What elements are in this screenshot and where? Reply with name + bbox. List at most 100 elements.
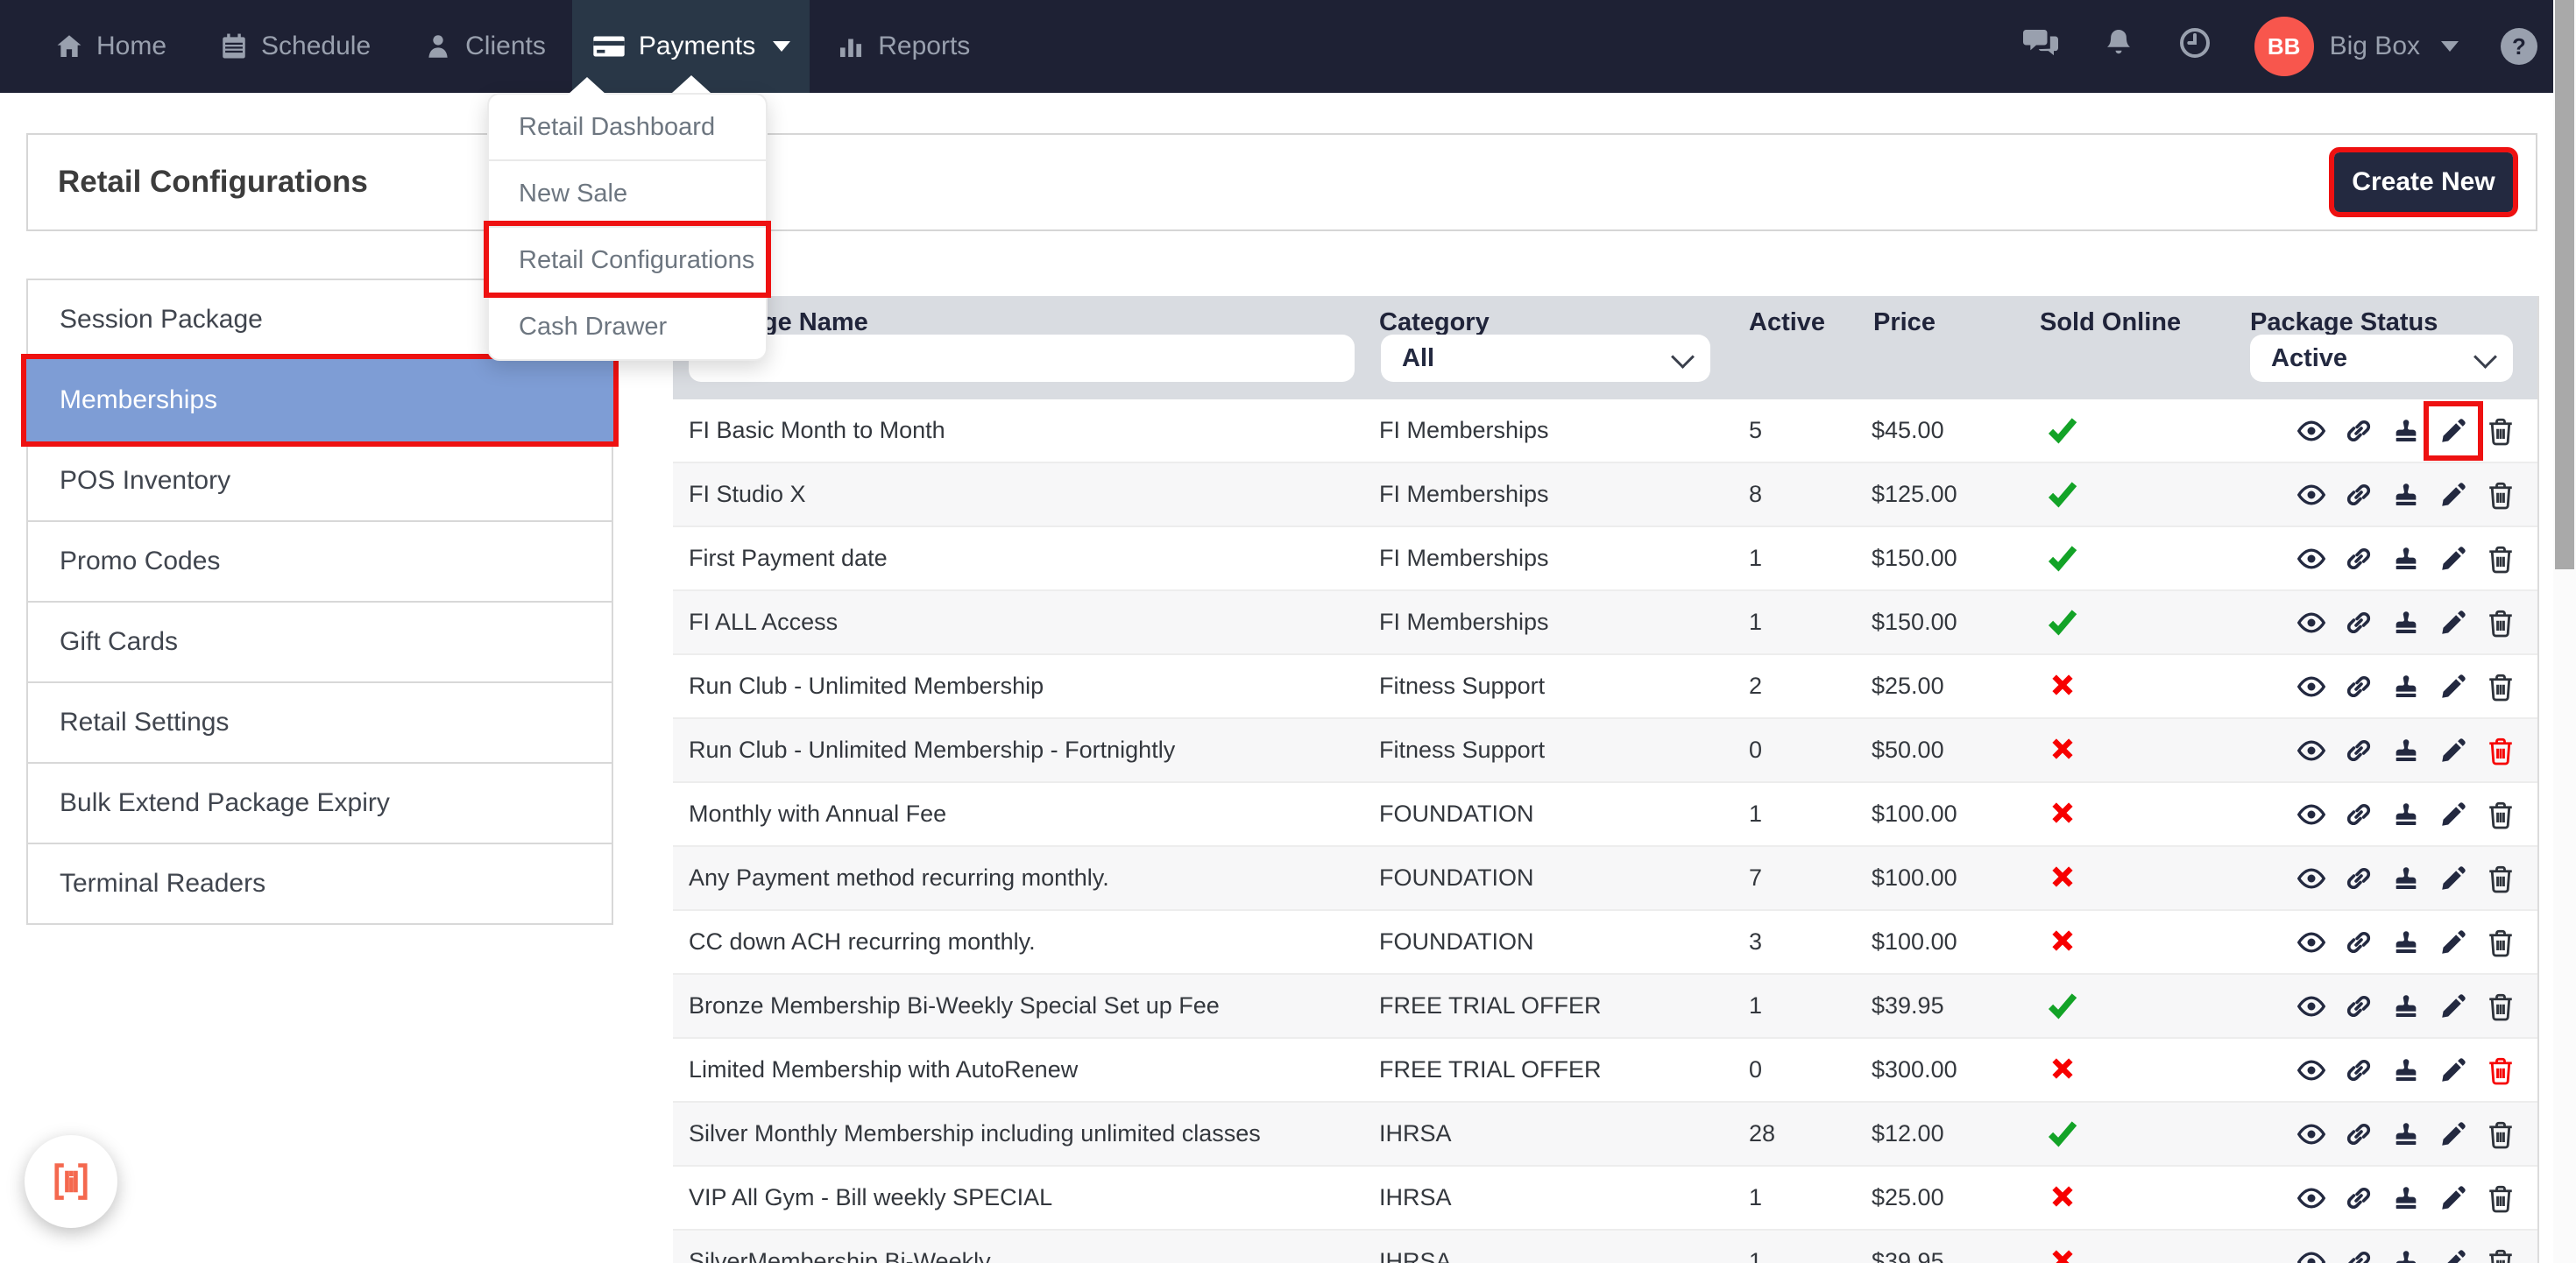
delete-button[interactable]: [2485, 1182, 2516, 1214]
package-name-filter-input[interactable]: [689, 335, 1355, 382]
sidebar-item[interactable]: POS Inventory: [26, 440, 613, 522]
nav-item-clients[interactable]: Clients: [397, 0, 572, 93]
stamp-button[interactable]: [2390, 543, 2422, 575]
help-icon[interactable]: ?: [2501, 28, 2537, 65]
view-button[interactable]: [2296, 735, 2327, 766]
sidebar-item[interactable]: Memberships: [26, 359, 613, 441]
edit-button[interactable]: [2438, 671, 2469, 702]
account-menu[interactable]: BB Big Box: [2254, 17, 2459, 76]
edit-button[interactable]: [2438, 607, 2469, 639]
stamp-button[interactable]: [2390, 799, 2422, 830]
delete-button[interactable]: [2485, 1118, 2516, 1150]
delete-button[interactable]: [2485, 1246, 2516, 1263]
avatar[interactable]: BB: [2254, 17, 2314, 76]
link-button[interactable]: [2343, 1055, 2374, 1086]
view-button[interactable]: [2296, 863, 2327, 894]
delete-button[interactable]: [2485, 415, 2516, 447]
delete-button[interactable]: [2485, 1055, 2516, 1086]
menu-item-new-sale[interactable]: New Sale: [489, 159, 766, 226]
sidebar-item[interactable]: Bulk Extend Package Expiry: [26, 762, 613, 844]
clock-icon[interactable]: [2177, 25, 2212, 67]
sidebar-item[interactable]: Retail Settings: [26, 681, 613, 764]
edit-button[interactable]: [2438, 1118, 2469, 1150]
link-button[interactable]: [2343, 927, 2374, 958]
create-new-button[interactable]: Create New: [2334, 152, 2513, 212]
view-button[interactable]: [2296, 927, 2327, 958]
sidebar-item[interactable]: Gift Cards: [26, 601, 613, 683]
stamp-button[interactable]: [2390, 1118, 2422, 1150]
sold-online-cell: [2040, 527, 2085, 589]
nav-item-schedule[interactable]: Schedule: [193, 0, 397, 93]
view-button[interactable]: [2296, 1055, 2327, 1086]
link-button[interactable]: [2343, 799, 2374, 830]
delete-button[interactable]: [2485, 735, 2516, 766]
view-button[interactable]: [2296, 1182, 2327, 1214]
stamp-button[interactable]: [2390, 607, 2422, 639]
scrollbar-thumb[interactable]: [2555, 0, 2574, 569]
stamp-button[interactable]: [2390, 1182, 2422, 1214]
view-button[interactable]: [2296, 671, 2327, 702]
menu-item-retail-configurations[interactable]: Retail Configurations: [489, 226, 766, 293]
view-button[interactable]: [2296, 479, 2327, 511]
edit-button[interactable]: [2438, 1182, 2469, 1214]
view-button[interactable]: [2296, 1118, 2327, 1150]
category-filter-select[interactable]: All: [1381, 335, 1710, 382]
edit-button[interactable]: [2438, 799, 2469, 830]
view-button[interactable]: [2296, 799, 2327, 830]
barcode-scan-button[interactable]: [25, 1135, 117, 1228]
edit-button[interactable]: [2438, 927, 2469, 958]
edit-button[interactable]: [2438, 991, 2469, 1022]
chat-icon[interactable]: [2021, 25, 2060, 67]
edit-button[interactable]: [2438, 1246, 2469, 1263]
package-name-cell: Bronze Membership Bi-Weekly Special Set …: [689, 975, 1220, 1036]
link-button[interactable]: [2343, 1246, 2374, 1263]
nav-item-payments[interactable]: Payments: [572, 0, 810, 93]
stamp-button[interactable]: [2390, 735, 2422, 766]
delete-button[interactable]: [2485, 927, 2516, 958]
stamp-button[interactable]: [2390, 415, 2422, 447]
package-status-filter-select[interactable]: Active: [2250, 335, 2513, 382]
stamp-button[interactable]: [2390, 671, 2422, 702]
stamp-button[interactable]: [2390, 927, 2422, 958]
edit-button[interactable]: [2438, 415, 2469, 447]
stamp-button[interactable]: [2390, 863, 2422, 894]
delete-button[interactable]: [2485, 863, 2516, 894]
link-button[interactable]: [2343, 1118, 2374, 1150]
edit-button[interactable]: [2438, 735, 2469, 766]
link-button[interactable]: [2343, 671, 2374, 702]
delete-button[interactable]: [2485, 671, 2516, 702]
view-button[interactable]: [2296, 543, 2327, 575]
stamp-button[interactable]: [2390, 1246, 2422, 1263]
nav-item-reports[interactable]: Reports: [810, 0, 996, 93]
menu-item-cash-drawer[interactable]: Cash Drawer: [489, 293, 766, 359]
edit-button[interactable]: [2438, 543, 2469, 575]
edit-button[interactable]: [2438, 863, 2469, 894]
link-button[interactable]: [2343, 543, 2374, 575]
delete-button[interactable]: [2485, 991, 2516, 1022]
view-button[interactable]: [2296, 415, 2327, 447]
view-button[interactable]: [2296, 607, 2327, 639]
link-button[interactable]: [2343, 479, 2374, 511]
link-button[interactable]: [2343, 607, 2374, 639]
link-button[interactable]: [2343, 991, 2374, 1022]
delete-button[interactable]: [2485, 607, 2516, 639]
sidebar-item[interactable]: Terminal Readers: [26, 843, 613, 925]
view-button[interactable]: [2296, 1246, 2327, 1263]
delete-button[interactable]: [2485, 479, 2516, 511]
nav-item-home[interactable]: Home: [28, 0, 193, 93]
edit-button[interactable]: [2438, 479, 2469, 511]
stamp-button[interactable]: [2390, 1055, 2422, 1086]
link-button[interactable]: [2343, 1182, 2374, 1214]
stamp-button[interactable]: [2390, 479, 2422, 511]
delete-button[interactable]: [2485, 799, 2516, 830]
bell-icon[interactable]: [2102, 25, 2135, 67]
link-button[interactable]: [2343, 735, 2374, 766]
link-button[interactable]: [2343, 415, 2374, 447]
menu-item-retail-dashboard[interactable]: Retail Dashboard: [489, 95, 766, 159]
view-button[interactable]: [2296, 991, 2327, 1022]
link-button[interactable]: [2343, 863, 2374, 894]
edit-button[interactable]: [2438, 1055, 2469, 1086]
sidebar-item[interactable]: Promo Codes: [26, 520, 613, 603]
delete-button[interactable]: [2485, 543, 2516, 575]
stamp-button[interactable]: [2390, 991, 2422, 1022]
